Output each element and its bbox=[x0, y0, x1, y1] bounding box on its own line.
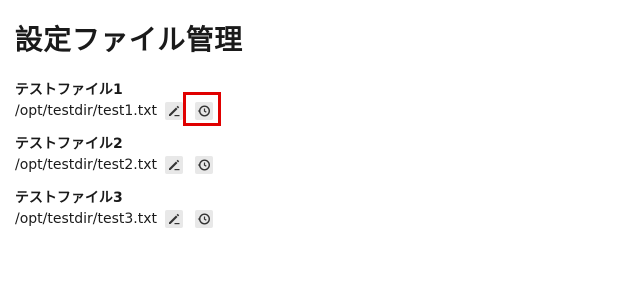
edit-button[interactable] bbox=[165, 210, 184, 228]
pencil-edit-icon bbox=[169, 213, 180, 225]
file-path: /opt/testdir/test2.txt bbox=[15, 157, 158, 173]
page-title: 設定ファイル管理 bbox=[15, 23, 244, 56]
file-path: /opt/testdir/test1.txt bbox=[15, 103, 158, 119]
history-icon bbox=[197, 105, 211, 117]
file-item: テストファイル3 /opt/testdir/test3.txt bbox=[15, 188, 575, 242]
file-path: /opt/testdir/test3.txt bbox=[15, 211, 158, 227]
history-button[interactable] bbox=[183, 92, 222, 126]
edit-button[interactable] bbox=[165, 102, 184, 120]
pencil-edit-icon bbox=[169, 159, 180, 171]
file-name: テストファイル2 bbox=[15, 136, 123, 152]
history-icon bbox=[197, 159, 211, 171]
history-button[interactable] bbox=[195, 156, 214, 174]
file-name: テストファイル1 bbox=[15, 82, 123, 98]
pencil-edit-icon bbox=[169, 105, 180, 117]
edit-button[interactable] bbox=[165, 156, 184, 174]
file-item: テストファイル1 /opt/testdir/test1.txt bbox=[15, 80, 575, 134]
file-name: テストファイル3 bbox=[15, 190, 123, 206]
history-button[interactable] bbox=[195, 210, 214, 228]
file-path-row: /opt/testdir/test2.txt bbox=[15, 154, 575, 176]
file-item: テストファイル2 /opt/testdir/test2.txt bbox=[15, 134, 575, 188]
history-icon bbox=[197, 213, 211, 225]
file-path-row: /opt/testdir/test3.txt bbox=[15, 208, 575, 230]
file-list: テストファイル1 /opt/testdir/test1.txt テストファイル2 bbox=[15, 80, 575, 242]
file-path-row: /opt/testdir/test1.txt bbox=[15, 92, 575, 126]
